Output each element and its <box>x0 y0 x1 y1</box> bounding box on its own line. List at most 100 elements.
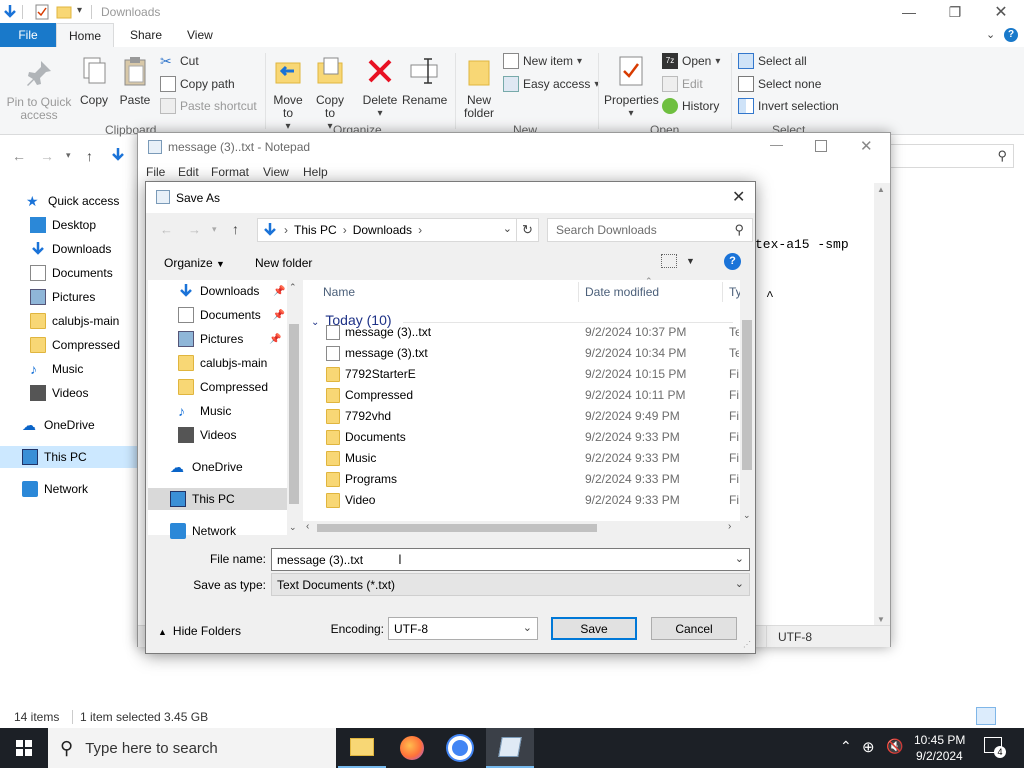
help-icon[interactable]: ? <box>724 253 741 270</box>
taskbar-chrome[interactable] <box>436 728 484 768</box>
file-list-item[interactable]: message (3)..txt 9/2/2024 10:37 PM Te <box>323 322 739 343</box>
large-icons-view-icon[interactable] <box>1000 707 1020 725</box>
invert-selection-button[interactable]: Invert selection <box>738 96 839 116</box>
dialog-nav-videos[interactable]: Videos <box>178 424 236 446</box>
dialog-path-bar[interactable]: › This PC › Downloads › ⌄ ↻ <box>257 218 539 242</box>
paste-shortcut-button[interactable]: Paste shortcut <box>160 96 257 116</box>
volume-muted-icon[interactable]: 🔇 <box>886 738 903 755</box>
dialog-nav-music[interactable]: ♪ Music <box>178 400 231 422</box>
network-globe-icon[interactable]: ⊕ <box>862 738 875 756</box>
sidebar-item-downloads[interactable]: Downloads <box>0 238 137 260</box>
tray-chevron-up-icon[interactable]: ⌃ <box>840 738 852 755</box>
up-arrow-icon[interactable]: ↑ <box>86 148 93 164</box>
new-folder-button[interactable]: New folder <box>255 256 312 270</box>
close-icon[interactable]: ✕ <box>860 137 873 155</box>
select-none-button[interactable]: Select none <box>738 74 821 94</box>
properties-button[interactable]: Properties ▾ <box>604 55 659 120</box>
help-icon[interactable]: ? <box>1004 28 1018 42</box>
menu-view[interactable]: View <box>263 165 289 179</box>
sidebar-item-pictures[interactable]: Pictures <box>0 286 137 308</box>
encoding-select[interactable]: UTF-8 ⌄ <box>388 617 538 640</box>
details-view-icon[interactable] <box>976 707 996 725</box>
copy-path-button[interactable]: Copy path <box>160 74 235 94</box>
notepad-text-line[interactable]: ^ <box>766 289 774 304</box>
cut-button[interactable]: ✂ Cut <box>160 51 199 71</box>
edit-button[interactable]: Edit <box>662 74 703 94</box>
taskbar-notepad[interactable] <box>486 728 534 768</box>
vertical-scrollbar[interactable]: ⌄ <box>740 280 754 535</box>
file-list-item[interactable]: Music 9/2/2024 9:33 PM Fi <box>323 448 739 469</box>
new-folder-button[interactable]: New folder <box>460 55 498 120</box>
sidebar-item-desktop[interactable]: Desktop <box>0 214 137 236</box>
close-icon[interactable]: ✕ <box>732 187 745 207</box>
minimize-icon[interactable]: — <box>886 0 932 24</box>
nav-pane-scrollbar[interactable]: ⌃ ⌄ <box>287 280 301 535</box>
dialog-search-input[interactable]: Search Downloads ⚲ <box>547 218 753 242</box>
tab-view[interactable]: View <box>175 23 225 47</box>
paste-button[interactable]: Paste <box>117 55 153 107</box>
menu-help[interactable]: Help <box>303 165 328 179</box>
explorer-search-box[interactable]: ⚲ <box>870 144 1014 168</box>
select-all-button[interactable]: Select all <box>738 51 807 71</box>
dialog-nav-documents[interactable]: Documents 📌 <box>178 304 285 326</box>
view-options-icon[interactable] <box>661 254 677 268</box>
tab-share[interactable]: Share <box>118 23 174 47</box>
new-folder-icon[interactable] <box>56 4 72 20</box>
sidebar-item-quick-access[interactable]: ★ Quick access <box>0 190 137 212</box>
delete-button[interactable]: Delete ▾ <box>361 55 399 120</box>
hide-folders-button[interactable]: ▲ Hide Folders <box>158 624 241 638</box>
file-list-item[interactable]: 7792vhd 9/2/2024 9:49 PM Fi <box>323 406 739 427</box>
copy-button[interactable]: Copy <box>76 55 112 107</box>
scroll-up-icon[interactable]: ▲ <box>877 185 885 194</box>
scroll-down-icon[interactable]: ⌄ <box>743 510 751 521</box>
sidebar-item-compressed[interactable]: Compressed <box>0 334 137 356</box>
menu-format[interactable]: Format <box>211 165 249 179</box>
clock-time[interactable]: 10:45 PM <box>914 733 965 747</box>
sidebar-item-onedrive[interactable]: ☁ OneDrive <box>0 414 137 436</box>
resize-grip-icon[interactable]: ⋰ <box>743 640 751 649</box>
taskbar-firefox[interactable] <box>388 728 436 768</box>
sidebar-item-this-pc[interactable]: This PC <box>0 446 137 468</box>
open-button[interactable]: 7z Open ▾ <box>662 51 720 71</box>
file-list-item[interactable]: Compressed 9/2/2024 10:11 PM Fi <box>323 385 739 406</box>
breadcrumb-downloads[interactable]: Downloads <box>353 223 412 237</box>
recent-locations-icon[interactable]: ▾ <box>212 224 217 235</box>
scroll-thumb[interactable] <box>742 320 752 470</box>
menu-edit[interactable]: Edit <box>178 165 199 179</box>
taskbar-file-explorer[interactable] <box>338 728 386 768</box>
file-name-input[interactable]: message (3)..txt I ⌄ <box>271 548 750 571</box>
dialog-nav-calubjs-main[interactable]: calubjs-main <box>178 352 267 374</box>
close-icon[interactable]: ✕ <box>978 0 1024 24</box>
recent-locations-icon[interactable]: ▾ <box>66 150 71 161</box>
notepad-text-line[interactable]: tex-a15 -smp <box>755 237 849 252</box>
file-list-item[interactable]: message (3).txt 9/2/2024 10:34 PM Te <box>323 343 739 364</box>
sidebar-item-music[interactable]: ♪ Music <box>0 358 137 380</box>
maximize-icon[interactable] <box>815 140 827 152</box>
qat-customize-icon[interactable]: ▾ <box>77 5 82 16</box>
dialog-nav-onedrive[interactable]: ☁ OneDrive <box>170 456 243 478</box>
file-list-item[interactable]: Documents 9/2/2024 9:33 PM Fi <box>323 427 739 448</box>
forward-arrow-icon[interactable]: → <box>188 222 201 237</box>
scroll-up-icon[interactable]: ⌃ <box>289 282 297 293</box>
move-to-button[interactable]: Move to ▾ <box>270 55 306 133</box>
back-arrow-icon[interactable]: ← <box>12 148 26 164</box>
column-header-name[interactable]: Name <box>323 280 355 304</box>
maximize-icon[interactable]: ❐ <box>932 0 978 24</box>
dialog-nav-downloads[interactable]: Downloads 📌 <box>178 280 286 302</box>
history-button[interactable]: History <box>662 96 719 116</box>
save-button[interactable]: Save <box>551 617 637 640</box>
dialog-nav-pictures[interactable]: Pictures 📌 <box>178 328 282 350</box>
ribbon-collapse-icon[interactable]: ⌄ <box>986 28 995 41</box>
tab-file[interactable]: File <box>0 23 56 47</box>
back-arrow-icon[interactable]: ← <box>160 222 173 237</box>
chevron-down-icon[interactable]: ▼ <box>686 256 695 266</box>
tab-home[interactable]: Home <box>56 23 115 47</box>
breadcrumb-this-pc[interactable]: This PC <box>294 223 337 237</box>
dialog-nav-this-pc[interactable]: This PC <box>148 488 287 510</box>
minimize-icon[interactable]: — <box>770 137 783 152</box>
menu-file[interactable]: File <box>146 165 165 179</box>
forward-arrow-icon[interactable]: → <box>40 148 54 164</box>
save-type-select[interactable]: Text Documents (*.txt) ⌄ <box>271 573 750 596</box>
file-list-item[interactable]: 7792StarterE 9/2/2024 10:15 PM Fi <box>323 364 739 385</box>
rename-button[interactable]: Rename <box>402 55 447 107</box>
